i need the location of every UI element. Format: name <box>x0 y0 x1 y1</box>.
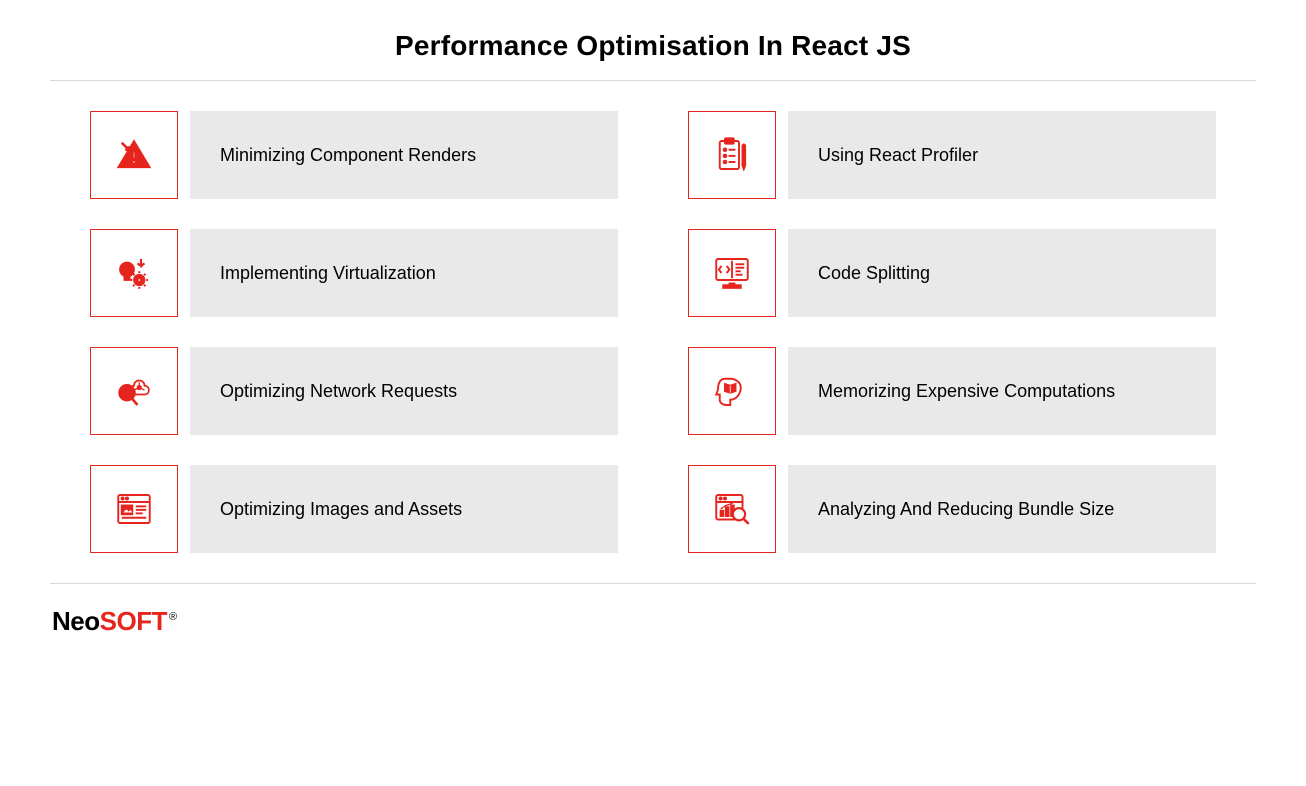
cards-grid: Minimizing Component Renders Using React… <box>50 111 1256 553</box>
logo-part1: Neo <box>52 606 100 636</box>
page-title: Performance Optimisation In React JS <box>50 30 1256 62</box>
card-bundle-size: Analyzing And Reducing Bundle Size <box>688 465 1216 553</box>
code-monitor-icon <box>688 229 776 317</box>
seo-cloud-icon: SEO <box>90 347 178 435</box>
card-label: Optimizing Network Requests <box>190 347 618 435</box>
card-label: Analyzing And Reducing Bundle Size <box>788 465 1216 553</box>
analytics-search-icon <box>688 465 776 553</box>
card-label: Optimizing Images and Assets <box>190 465 618 553</box>
card-label: Minimizing Component Renders <box>190 111 618 199</box>
logo-part2: SOFT <box>100 606 167 636</box>
card-label: Code Splitting <box>788 229 1216 317</box>
logo-registered: ® <box>169 611 177 623</box>
svg-text:SEO: SEO <box>121 391 132 397</box>
card-label: Using React Profiler <box>788 111 1216 199</box>
bottom-divider <box>50 583 1256 584</box>
card-network-requests: SEO Optimizing Network Requests <box>90 347 618 435</box>
card-memorizing-computations: Memorizing Expensive Computations <box>688 347 1216 435</box>
card-images-assets: Optimizing Images and Assets <box>90 465 618 553</box>
card-virtualization: Implementing Virtualization <box>90 229 618 317</box>
card-react-profiler: Using React Profiler <box>688 111 1216 199</box>
card-code-splitting: Code Splitting <box>688 229 1216 317</box>
card-label: Implementing Virtualization <box>190 229 618 317</box>
card-minimizing-renders: Minimizing Component Renders <box>90 111 618 199</box>
head-book-icon <box>688 347 776 435</box>
warning-triangle-icon <box>90 111 178 199</box>
top-divider <box>50 80 1256 81</box>
bulb-gear-icon <box>90 229 178 317</box>
clipboard-icon <box>688 111 776 199</box>
card-label: Memorizing Expensive Computations <box>788 347 1216 435</box>
neosoft-logo: NeoSOFT® <box>50 606 1256 637</box>
image-page-icon <box>90 465 178 553</box>
